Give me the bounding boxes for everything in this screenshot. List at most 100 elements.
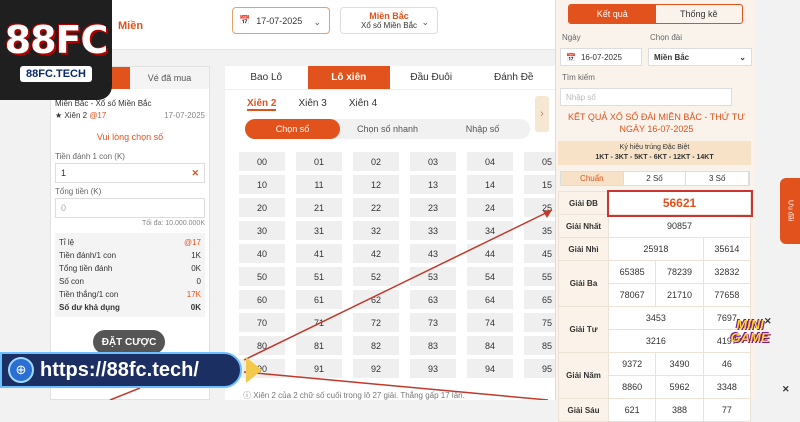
mode-choose-number[interactable]: Chọn số bbox=[245, 119, 340, 139]
date-select[interactable]: 📅 17-07-2025 ⌄ bbox=[232, 7, 330, 34]
number-cell[interactable]: 83 bbox=[410, 336, 456, 355]
number-cell[interactable]: 33 bbox=[410, 221, 456, 240]
tab-lo-xien[interactable]: Lô xiên bbox=[307, 66, 390, 89]
number-cell[interactable]: 43 bbox=[410, 244, 456, 263]
number-cell[interactable]: 53 bbox=[410, 267, 456, 286]
tab-results[interactable]: Kết quả bbox=[569, 5, 656, 23]
region-sub: Xổ số Miền Bắc bbox=[360, 21, 418, 30]
number-cell[interactable]: 42 bbox=[353, 244, 399, 263]
promo-side-tab[interactable]: Ưu đãi bbox=[780, 178, 800, 244]
number-cell[interactable]: 12 bbox=[353, 175, 399, 194]
calendar-icon: 📅 bbox=[239, 15, 251, 25]
number-cell[interactable]: 44 bbox=[467, 244, 513, 263]
mode-enter-number[interactable]: Nhập số bbox=[435, 119, 530, 139]
number-cell[interactable]: 10 bbox=[239, 175, 285, 194]
bet-date: 17-07-2025 bbox=[164, 111, 205, 120]
number-cell[interactable]: 41 bbox=[296, 244, 342, 263]
search-input[interactable]: Nhập số bbox=[560, 88, 732, 106]
number-grid: 00 01 02 03 04 05 10 11 12 13 14 15 20 21 22 23 24 25 30 31… bbox=[239, 152, 570, 378]
stake-input[interactable]: 1 ✕ bbox=[55, 163, 205, 183]
minigame-badge[interactable]: MINI GAME bbox=[725, 318, 775, 362]
tab-dau-duoi[interactable]: Đầu Đuôi bbox=[390, 66, 473, 89]
results-table: Giải ĐB 56621 Giải Nhất 90857 Giải Nhì 2591… bbox=[558, 189, 753, 422]
number-cell[interactable]: 61 bbox=[296, 290, 342, 309]
number-cell[interactable]: 31 bbox=[296, 221, 342, 240]
table-row: Giải Nhất 90857 bbox=[558, 214, 751, 238]
tab-statistics[interactable]: Thống kê bbox=[656, 5, 743, 23]
number-cell[interactable]: 52 bbox=[353, 267, 399, 286]
close-icon[interactable]: ✕ bbox=[782, 384, 790, 395]
stat-row: Tỉ lệ @17 bbox=[59, 238, 201, 247]
number-cell[interactable]: 30 bbox=[239, 221, 285, 240]
place-bet-button[interactable]: ĐẶT CƯỢC bbox=[93, 330, 165, 354]
arrow-right-icon bbox=[246, 357, 262, 383]
region-select[interactable]: Miền Bắc Xổ số Miền Bắc ⌄ bbox=[340, 7, 438, 34]
subtab-xien-3[interactable]: Xiên 3 bbox=[298, 98, 326, 111]
number-cell[interactable]: 72 bbox=[353, 313, 399, 332]
number-cell[interactable]: 60 bbox=[239, 290, 285, 309]
number-cell[interactable]: 80 bbox=[239, 336, 285, 355]
number-cell[interactable]: 64 bbox=[467, 290, 513, 309]
number-cell[interactable]: 00 bbox=[239, 152, 285, 171]
number-picker-panel: Bao Lô Lô xiên Đầu Đuôi Đánh Đề Xiên 2 X… bbox=[225, 66, 570, 400]
number-cell[interactable]: 02 bbox=[353, 152, 399, 171]
tab-purchased-tickets[interactable]: Vé đã mua bbox=[130, 67, 209, 89]
url-text: https://88fc.tech/ bbox=[40, 358, 199, 381]
number-cell[interactable]: 84 bbox=[467, 336, 513, 355]
number-cell[interactable]: 74 bbox=[467, 313, 513, 332]
number-cell[interactable]: 93 bbox=[410, 359, 456, 378]
number-cell[interactable]: 82 bbox=[353, 336, 399, 355]
subtab-xien-2[interactable]: Xiên 2 bbox=[247, 98, 277, 111]
region-line: Miền Bắc - Xổ số Miền Bắc bbox=[55, 99, 152, 108]
number-cell[interactable]: 22 bbox=[353, 198, 399, 217]
result-date-input[interactable]: 📅 16-07-2025 bbox=[560, 48, 642, 66]
tab-danh-de[interactable]: Đánh Đề bbox=[473, 66, 556, 89]
chevron-right-icon[interactable]: › bbox=[535, 96, 549, 132]
mode-quick-choose[interactable]: Chọn số nhanh bbox=[340, 119, 435, 139]
number-cell[interactable]: 73 bbox=[410, 313, 456, 332]
number-cell[interactable]: 91 bbox=[296, 359, 342, 378]
number-cell[interactable]: 21 bbox=[296, 198, 342, 217]
result-region-select[interactable]: Miền Bắc ⌄ bbox=[648, 48, 752, 66]
number-cell[interactable]: 24 bbox=[467, 198, 513, 217]
clear-icon[interactable]: ✕ bbox=[191, 168, 199, 179]
stat-row: Tổng tiền đánh 0K bbox=[59, 264, 201, 273]
number-cell[interactable]: 71 bbox=[296, 313, 342, 332]
number-cell[interactable]: 13 bbox=[410, 175, 456, 194]
special-code-box: Ký hiệu trúng Đặc Biệt 1KT - 3KT - 5KT -… bbox=[558, 141, 751, 165]
number-cell[interactable]: 50 bbox=[239, 267, 285, 286]
rule-note: ⓘ Xiên 2 của 2 chữ số cuối trong lô 27 g… bbox=[243, 391, 465, 400]
number-cell[interactable]: 51 bbox=[296, 267, 342, 286]
date-value: 17-07-2025 bbox=[256, 15, 303, 26]
number-cell[interactable]: 14 bbox=[467, 175, 513, 194]
mode-standard[interactable]: Chuẩn bbox=[561, 172, 624, 185]
number-cell[interactable]: 04 bbox=[467, 152, 513, 171]
table-row: Giải Năm 9372 3490 46 bbox=[558, 352, 752, 399]
brand-word: Miền bbox=[118, 20, 144, 32]
stat-row: Số con 0 bbox=[59, 277, 201, 286]
table-row: Giải Nhì 25918 35614 bbox=[558, 237, 752, 261]
number-cell[interactable]: 62 bbox=[353, 290, 399, 309]
number-cell[interactable]: 94 bbox=[467, 359, 513, 378]
number-cell[interactable]: 34 bbox=[467, 221, 513, 240]
number-cell[interactable]: 81 bbox=[296, 336, 342, 355]
number-cell[interactable]: 20 bbox=[239, 198, 285, 217]
url-banner[interactable]: ⊕ https://88fc.tech/ bbox=[0, 352, 242, 388]
subtab-xien-4[interactable]: Xiên 4 bbox=[349, 98, 377, 111]
number-cell[interactable]: 54 bbox=[467, 267, 513, 286]
total-input[interactable]: 0 bbox=[55, 198, 205, 218]
number-cell[interactable]: 32 bbox=[353, 221, 399, 240]
mode-2-digits[interactable]: 2 Số bbox=[624, 172, 687, 185]
tab-bao-lo[interactable]: Bao Lô bbox=[225, 66, 308, 89]
number-cell[interactable]: 92 bbox=[353, 359, 399, 378]
mode-3-digits[interactable]: 3 Số bbox=[686, 172, 750, 185]
number-cell[interactable]: 70 bbox=[239, 313, 285, 332]
max-note: Tối đa: 10.000.000K bbox=[141, 220, 205, 227]
calendar-icon: 📅 bbox=[566, 52, 576, 62]
number-cell[interactable]: 03 bbox=[410, 152, 456, 171]
number-cell[interactable]: 63 bbox=[410, 290, 456, 309]
number-cell[interactable]: 11 bbox=[296, 175, 342, 194]
number-cell[interactable]: 01 bbox=[296, 152, 342, 171]
number-cell[interactable]: 23 bbox=[410, 198, 456, 217]
number-cell[interactable]: 40 bbox=[239, 244, 285, 263]
